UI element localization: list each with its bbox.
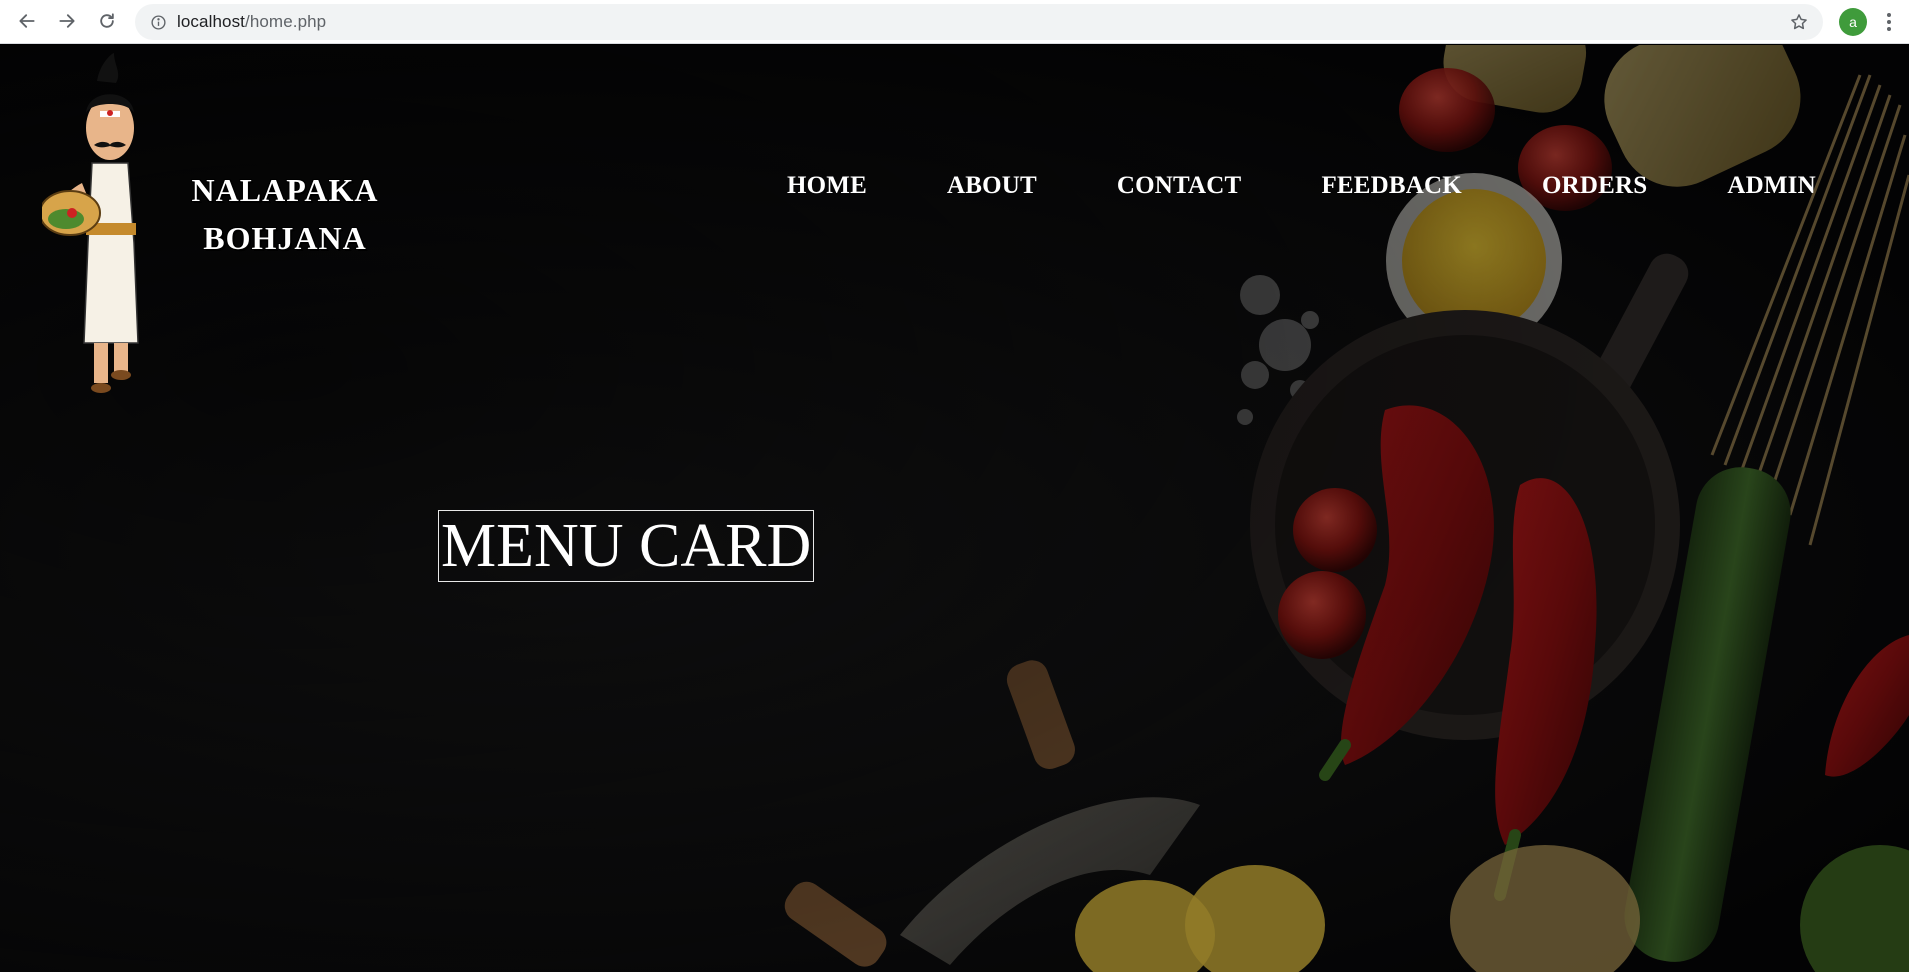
url-text[interactable]: localhost/home.php — [177, 12, 326, 32]
reload-button[interactable] — [92, 6, 122, 36]
browser-toolbar: localhost/home.php a — [0, 0, 1909, 44]
logo-line-2: BOHJANA — [203, 220, 367, 256]
arrow-right-icon — [59, 14, 75, 28]
forward-button[interactable] — [52, 6, 82, 36]
logo-wordmark: NALAPAKA BOHJANA — [190, 166, 380, 262]
hero-section: NALAPAKA BOHJANA HOME ABOUT CONTACT FEED… — [0, 45, 1909, 972]
main-nav: HOME ABOUT CONTACT FEEDBACK ORDERS ADMIN — [787, 169, 1816, 203]
profile-avatar[interactable]: a — [1839, 8, 1867, 36]
site-logo[interactable]: NALAPAKA BOHJANA — [39, 53, 377, 413]
logo-line-1: NALAPAKA — [191, 172, 379, 208]
kebab-menu-icon[interactable] — [1884, 10, 1894, 34]
back-button[interactable] — [12, 6, 42, 36]
menu-card-heading[interactable]: MENU CARD — [438, 510, 815, 582]
url-host: localhost — [177, 12, 245, 31]
address-bar[interactable]: localhost/home.php — [135, 4, 1823, 40]
nav-link-contact[interactable]: CONTACT — [1117, 169, 1242, 203]
nav-link-admin[interactable]: ADMIN — [1727, 169, 1816, 203]
arrow-left-icon — [19, 14, 35, 28]
reload-icon — [100, 13, 114, 28]
nav-link-home[interactable]: HOME — [787, 169, 867, 203]
star-icon[interactable] — [1789, 12, 1809, 32]
url-path: /home.php — [245, 12, 327, 31]
chef-mascot-illustration — [39, 53, 139, 393]
nav-link-orders[interactable]: ORDERS — [1542, 169, 1647, 203]
nav-link-feedback[interactable]: FEEDBACK — [1321, 169, 1462, 203]
info-icon[interactable] — [149, 13, 167, 31]
nav-link-about[interactable]: ABOUT — [947, 169, 1037, 203]
